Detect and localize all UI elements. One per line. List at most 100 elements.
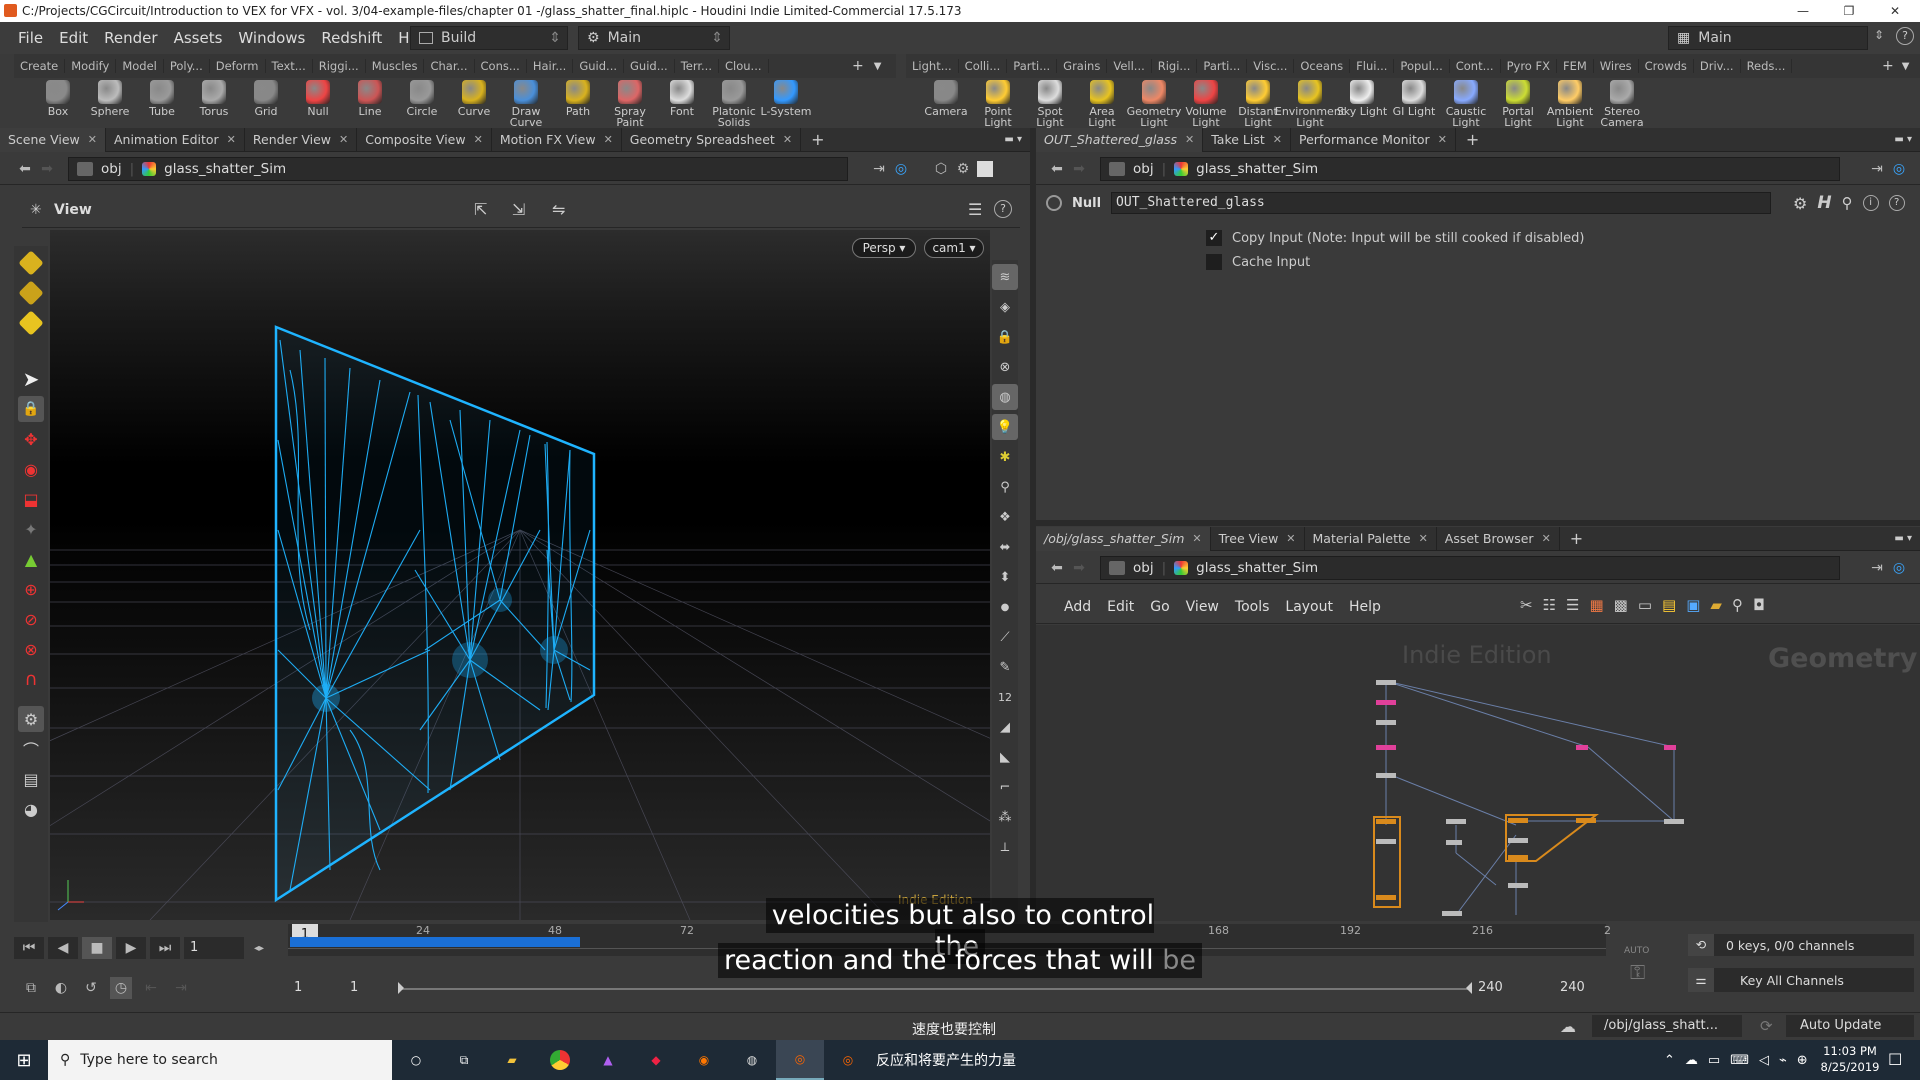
close-tab-icon[interactable]: ✕ (1542, 532, 1551, 545)
range-end[interactable]: 240 (1560, 980, 1585, 995)
image-icon[interactable]: ▣ (1686, 596, 1700, 614)
handle-icon[interactable]: ✦ (18, 516, 44, 542)
tray-lang-icon[interactable]: ⊕ (1797, 1053, 1808, 1068)
menu-assets[interactable]: Assets (166, 29, 231, 47)
search-icon[interactable]: ⚲ (1842, 194, 1853, 212)
scatter-icon[interactable]: ⁂ (992, 804, 1018, 830)
net-pin-icon[interactable]: ⇥ (1866, 557, 1888, 579)
blender-icon[interactable]: ◉ (680, 1040, 728, 1080)
network-view[interactable]: Indie Edition Geometry (1036, 625, 1920, 921)
net-search-icon[interactable]: ⚲ (1732, 596, 1743, 614)
audio-icon[interactable]: ◐ (50, 977, 72, 999)
light-bulb-icon[interactable]: 💡 (992, 414, 1018, 440)
path-node[interactable]: glass_shatter_Sim (164, 161, 286, 177)
right-tool-sky-light[interactable]: Sky Light (1336, 78, 1388, 128)
close-tab-icon[interactable]: ✕ (227, 133, 236, 146)
shelf-tab-terr-13[interactable]: Terr... (675, 59, 719, 73)
close-tab-icon[interactable]: ✕ (1273, 133, 1282, 146)
tab-composite-view[interactable]: Composite View ✕ (357, 127, 492, 152)
orbit-icon[interactable]: ⌒ (18, 736, 44, 762)
shelf-tab-reds-17[interactable]: Reds... (1741, 59, 1793, 73)
range-start[interactable]: 1 (294, 980, 302, 995)
close-tab-icon[interactable]: ✕ (1185, 133, 1194, 146)
tab-geometry-spreadsheet[interactable]: Geometry Spreadsheet ✕ (622, 127, 802, 152)
shelf-tab-vell-4[interactable]: Vell... (1107, 59, 1152, 73)
param-path-node[interactable]: glass_shatter_Sim (1196, 161, 1318, 177)
help-icon[interactable]: ? (1896, 27, 1914, 45)
edge-icon[interactable]: ⟋ (992, 624, 1018, 650)
param-tab-out-shattered-glass[interactable]: OUT_Shattered_glass ✕ (1036, 127, 1204, 152)
left-tool-platonic-solids[interactable]: Platonic Solids (708, 78, 760, 128)
pose-icon[interactable]: ▲ (18, 546, 44, 572)
rotate-icon[interactable]: ◉ (18, 456, 44, 482)
lock-camera-icon[interactable]: 🔒 (992, 324, 1018, 350)
back-arrow-icon[interactable]: ⬅ (14, 158, 36, 180)
right-tool-volume-light[interactable]: Volume Light (1180, 78, 1232, 128)
cache-input-checkbox[interactable] (1206, 254, 1222, 270)
select-arrow-icon[interactable]: ➤ (18, 366, 44, 392)
info-icon[interactable]: i (1862, 195, 1879, 211)
houdini-taskbar-icon[interactable]: ◎ (776, 1040, 824, 1080)
move-mode-icon[interactable]: ⇲ (512, 200, 525, 219)
measure-icon[interactable]: ⟂ (992, 834, 1018, 860)
shelf-tab-riggi-6[interactable]: Riggi... (313, 59, 366, 73)
tab-render-view[interactable]: Render View ✕ (245, 127, 358, 152)
shelf-tab-hair-10[interactable]: Hair... (527, 59, 574, 73)
right-tool-point-light[interactable]: Point Light (972, 78, 1024, 128)
menu-edit[interactable]: Edit (51, 29, 96, 47)
net-menu-layout[interactable]: Layout (1277, 599, 1341, 615)
clock-icon[interactable]: ◷ (110, 977, 132, 999)
shelf-tab-flui-9[interactable]: Flui... (1350, 59, 1395, 73)
close-tab-icon[interactable]: ✕ (1419, 532, 1428, 545)
tab-scene-view[interactable]: Scene View ✕ (0, 127, 106, 152)
node-name-field[interactable]: OUT_Shattered_glass (1111, 192, 1772, 214)
copy-input-checkbox[interactable]: ✓ (1206, 230, 1222, 246)
object-select-icon[interactable] (18, 250, 44, 276)
right-tool-caustic-light[interactable]: Caustic Light (1440, 78, 1492, 128)
houdini-taskbar-icon-2[interactable]: ◎ (824, 1040, 872, 1080)
range-start-visible[interactable]: 1 (350, 980, 358, 995)
cortana-icon[interactable]: ○ (392, 1040, 440, 1080)
right-tool-spot-light[interactable]: Spot Light (1024, 78, 1076, 128)
net-path-field[interactable]: obj | glass_shatter_Sim (1100, 555, 1840, 580)
white-square-icon[interactable] (974, 158, 996, 180)
view-settings-icon[interactable]: ✳ (30, 202, 42, 218)
app-icon-red[interactable]: ◆ (632, 1040, 680, 1080)
keyframe-icon[interactable]: ⟲ (1688, 934, 1714, 956)
chrome-icon[interactable] (536, 1040, 584, 1080)
param-path-field[interactable]: obj | glass_shatter_Sim (1100, 156, 1840, 181)
shelf-tab-wires-14[interactable]: Wires (1594, 59, 1639, 73)
curve-tool-icon[interactable]: ⌐ (992, 774, 1018, 800)
wireframe-toggle-icon[interactable]: ⚲ (992, 474, 1018, 500)
net-menu-edit[interactable]: Edit (1099, 599, 1142, 615)
net-menu-view[interactable]: View (1178, 599, 1227, 615)
shelf-tab-pyro-fx-12[interactable]: Pyro FX (1501, 59, 1557, 73)
left-tool-box[interactable]: Box (32, 78, 84, 128)
left-tool-l-system[interactable]: L-System (760, 78, 812, 128)
cube-icon[interactable]: ⬡ (930, 158, 952, 180)
stop-icon[interactable]: ■ (82, 937, 112, 959)
shelf-tab-visc-7[interactable]: Visc... (1247, 59, 1295, 73)
net-menu-add[interactable]: Add (1056, 599, 1099, 615)
range-handle-start[interactable] (398, 982, 404, 994)
net-tab-obj-glass-shatter-sim[interactable]: /obj/glass_shatter_Sim ✕ (1036, 526, 1211, 551)
camera-view-icon[interactable]: ◘ (1753, 596, 1765, 614)
net-path-node[interactable]: glass_shatter_Sim (1196, 560, 1318, 576)
render-icon[interactable]: ◕ (18, 796, 44, 822)
vertex-icon[interactable]: ⬌ (992, 534, 1018, 560)
right-tool-gi-light[interactable]: GI Light (1388, 78, 1440, 128)
right-tool-area-light[interactable]: Area Light (1076, 78, 1128, 128)
point-display-icon[interactable]: ⊗ (992, 354, 1018, 380)
shelf-tab-text-5[interactable]: Text... (266, 59, 313, 73)
tray-keyboard-icon[interactable]: ⌨ (1730, 1053, 1749, 1068)
left-tool-line[interactable]: Line (344, 78, 396, 128)
notification-icon[interactable]: ☐ (1888, 1050, 1902, 1069)
color-grid-icon[interactable]: ▦ (1589, 596, 1603, 614)
orient-icon[interactable]: ⊕ (18, 576, 44, 602)
path-obj[interactable]: obj (101, 161, 122, 177)
play-icon[interactable]: ▶ (116, 937, 146, 959)
link-icon[interactable]: ◎ (890, 158, 912, 180)
forward-arrow-icon[interactable]: ➡ (36, 158, 58, 180)
param-tab-performance-monitor[interactable]: Performance Monitor ✕ (1291, 127, 1456, 152)
tray-cloud-icon[interactable]: ☁ (1685, 1053, 1698, 1068)
